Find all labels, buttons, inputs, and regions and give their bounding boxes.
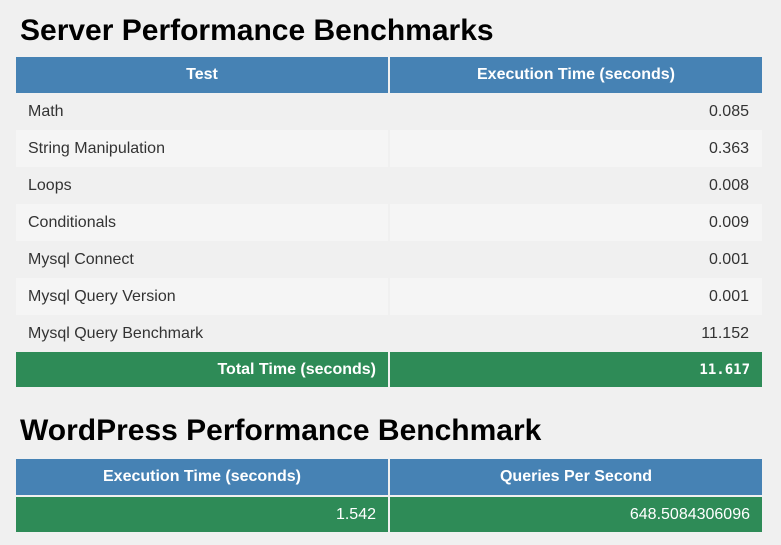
test-time: 0.009 xyxy=(390,204,762,241)
test-name: Conditionals xyxy=(16,204,388,241)
table-row: Conditionals 0.009 xyxy=(16,204,762,241)
table-header-row: Test Execution Time (seconds) xyxy=(16,57,762,93)
test-time: 11.152 xyxy=(390,315,762,352)
test-time: 0.001 xyxy=(390,241,762,278)
test-time: 0.363 xyxy=(390,130,762,167)
table-row: String Manipulation 0.363 xyxy=(16,130,762,167)
test-time: 0.085 xyxy=(390,93,762,130)
test-time: 0.001 xyxy=(390,278,762,315)
total-label: Total Time (seconds) xyxy=(16,352,388,387)
test-time: 0.008 xyxy=(390,167,762,204)
total-row: Total Time (seconds) 11.617 xyxy=(16,352,762,387)
test-name: Math xyxy=(16,93,388,130)
execution-time-value: 1.542 xyxy=(16,495,388,532)
test-name: Mysql Query Benchmark xyxy=(16,315,388,352)
table-row: Mysql Connect 0.001 xyxy=(16,241,762,278)
table-row: Mysql Query Benchmark 11.152 xyxy=(16,315,762,352)
column-header-execution-time: Execution Time (seconds) xyxy=(390,57,762,93)
total-value: 11.617 xyxy=(390,352,762,387)
test-name: String Manipulation xyxy=(16,130,388,167)
server-benchmarks-table: Test Execution Time (seconds) Math 0.085… xyxy=(14,57,764,387)
test-name: Mysql Connect xyxy=(16,241,388,278)
table-row: Mysql Query Version 0.001 xyxy=(16,278,762,315)
table-row: Math 0.085 xyxy=(16,93,762,130)
column-header-queries-per-second: Queries Per Second xyxy=(390,459,762,495)
column-header-test: Test xyxy=(16,57,388,93)
column-header-execution-time: Execution Time (seconds) xyxy=(16,459,388,495)
queries-per-second-value: 648.5084306096 xyxy=(390,495,762,532)
wordpress-benchmark-title: WordPress Performance Benchmark xyxy=(20,414,542,447)
wordpress-benchmark-table: Execution Time (seconds) Queries Per Sec… xyxy=(14,459,764,532)
server-benchmarks-title: Server Performance Benchmarks xyxy=(20,14,494,47)
table-row: 1.542 648.5084306096 xyxy=(16,495,762,532)
test-name: Loops xyxy=(16,167,388,204)
table-row: Loops 0.008 xyxy=(16,167,762,204)
table-header-row: Execution Time (seconds) Queries Per Sec… xyxy=(16,459,762,495)
test-name: Mysql Query Version xyxy=(16,278,388,315)
benchmark-page: Server Performance Benchmarks Test Execu… xyxy=(0,0,781,545)
